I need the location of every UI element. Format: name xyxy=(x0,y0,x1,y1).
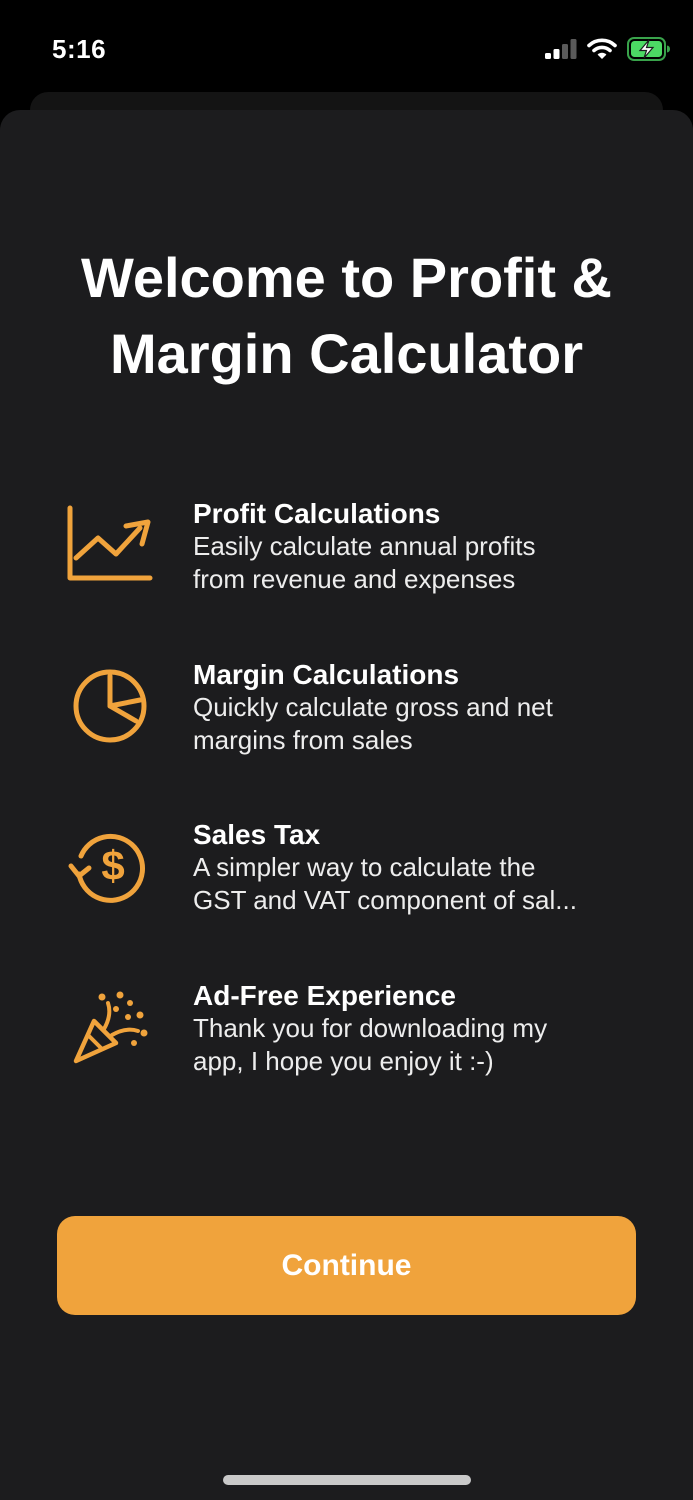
status-bar: 5:16 xyxy=(0,0,693,100)
description-line: from revenue and expenses xyxy=(193,564,516,594)
feature-title: Profit Calculations xyxy=(193,498,441,529)
description-line: app, I hope you enjoy it :-) xyxy=(193,1046,494,1076)
description-line: Quickly calculate gross and net xyxy=(193,692,553,722)
feature-title: Sales Tax xyxy=(193,819,321,850)
feature-ad-free: Ad-Free Experience Thank you for downloa… xyxy=(0,979,693,1089)
feature-sales-tax-text: Sales Tax A simpler way to calculate the… xyxy=(193,818,633,917)
description-line: margins from sales xyxy=(193,725,413,755)
description-line: GST and VAT component of sal... xyxy=(193,885,577,915)
description-line: A simpler way to calculate the xyxy=(193,852,536,882)
continue-button[interactable]: Continue xyxy=(57,1216,636,1315)
feature-ad-free-text: Ad-Free Experience Thank you for downloa… xyxy=(193,979,633,1078)
feature-title: Ad-Free Experience xyxy=(193,980,456,1011)
feature-margin: Margin Calculations Quickly calculate gr… xyxy=(0,658,693,768)
description-line: Thank you for downloading my xyxy=(193,1013,548,1043)
cellular-signal-icon xyxy=(545,38,577,64)
feature-profit-text: Profit Calculations Easily calculate ann… xyxy=(193,497,633,596)
feature-sales-tax: $ Sales Tax A simpler way to calculate t… xyxy=(0,818,693,928)
feature-profit: Profit Calculations Easily calculate ann… xyxy=(0,497,693,607)
welcome-title: Welcome to Profit & Margin Calculator xyxy=(80,246,612,385)
feature-title: Margin Calculations xyxy=(193,659,460,690)
home-indicator[interactable] xyxy=(223,1475,471,1485)
feature-description: Easily calculate annual profits from rev… xyxy=(193,530,633,596)
dollar-refresh-icon: $ xyxy=(62,818,158,914)
feature-margin-text: Margin Calculations Quickly calculate gr… xyxy=(193,658,633,757)
feature-description: A simpler way to calculate the GST and V… xyxy=(193,851,633,917)
party-popper-icon xyxy=(62,979,158,1075)
feature-description: Thank you for downloading my app, I hope… xyxy=(193,1012,633,1078)
pie-chart-icon xyxy=(62,658,158,754)
status-time: 5:16 xyxy=(52,34,107,64)
description-line: Easily calculate annual profits xyxy=(193,531,536,561)
status-icons xyxy=(545,36,671,66)
feature-description: Quickly calculate gross and net margins … xyxy=(193,691,633,757)
line-chart-icon xyxy=(62,495,158,591)
svg-text:$: $ xyxy=(101,842,124,889)
wifi-icon xyxy=(587,38,617,65)
battery-charging-icon xyxy=(627,36,671,66)
